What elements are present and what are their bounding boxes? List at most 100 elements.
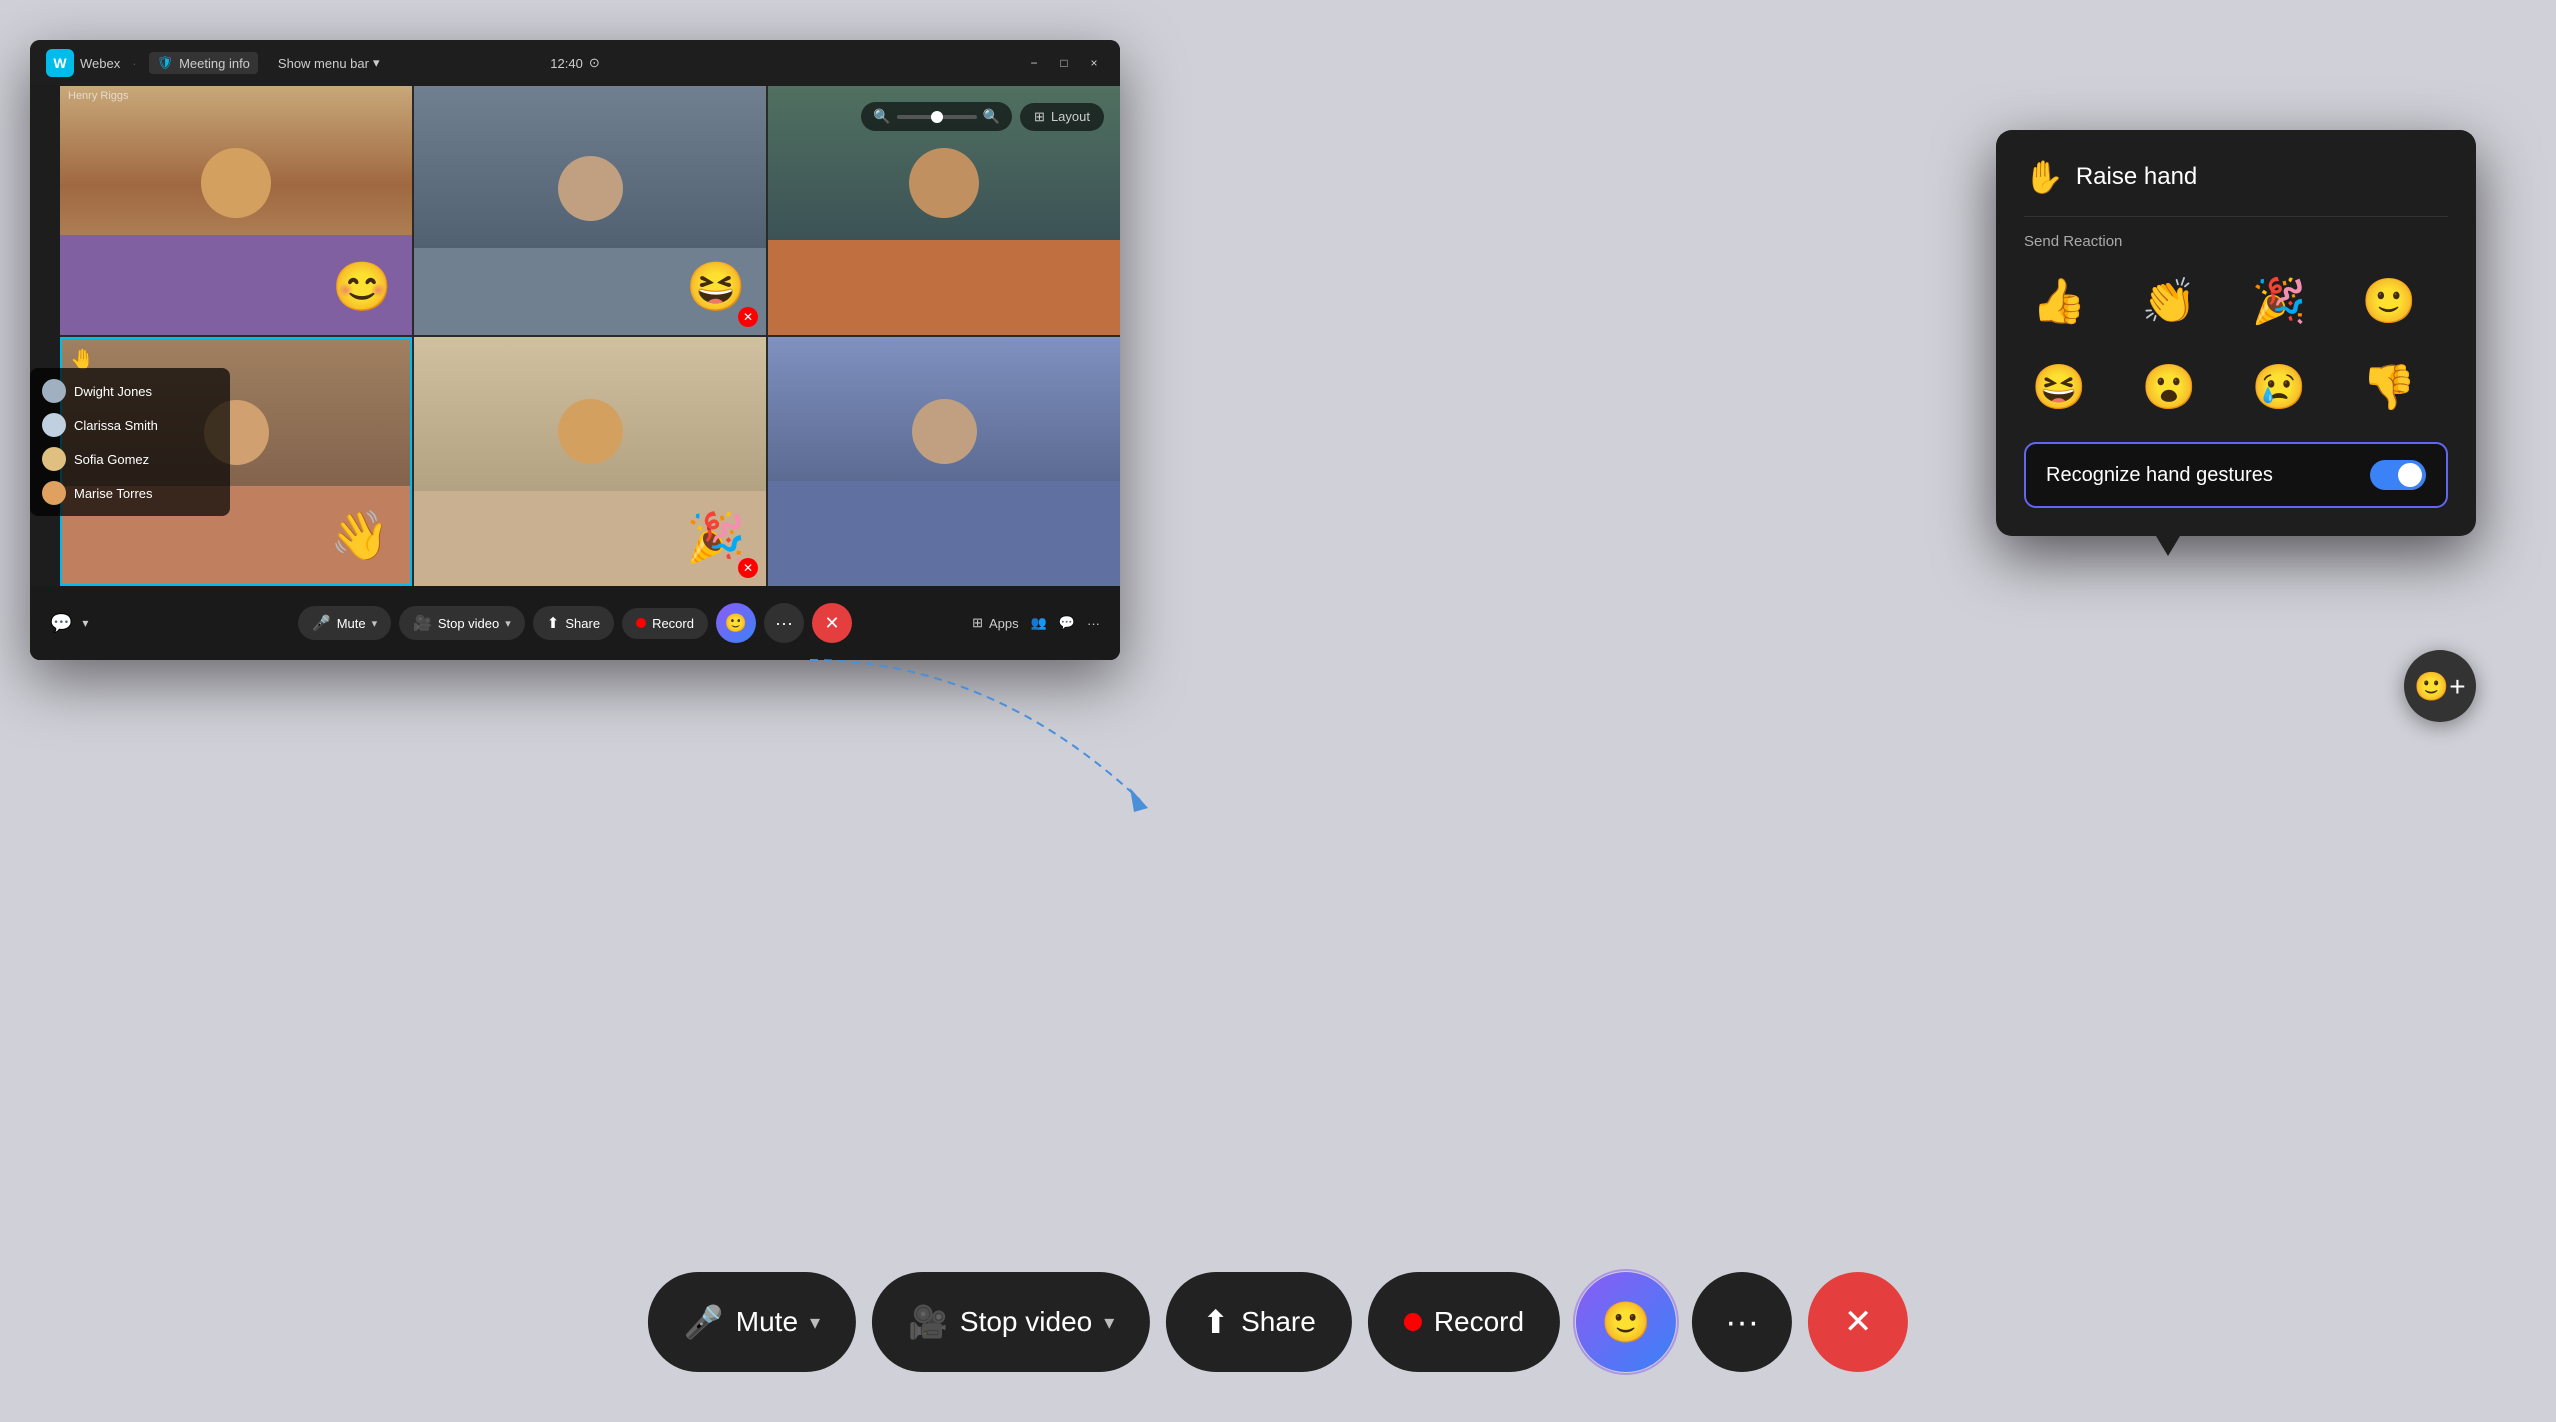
- separator: ·: [132, 56, 136, 71]
- layout-button[interactable]: ⊞ Layout: [1020, 103, 1104, 131]
- zoom-controls: 🔍 🔍 ⊞ Layout: [861, 102, 1104, 131]
- reaction-emoji-4: 👋: [330, 507, 390, 564]
- share-button[interactable]: ⬆ Share: [533, 606, 614, 640]
- participant-item-sofia[interactable]: Sofia Gomez: [30, 442, 230, 476]
- mute-button[interactable]: 🎤 Mute ▾: [298, 606, 391, 640]
- large-mute-button[interactable]: 🎤 Mute ▾: [648, 1272, 856, 1372]
- title-bar: W Webex · 🛡 Meeting info Show menu bar ▾…: [30, 40, 1120, 86]
- zoom-slider[interactable]: [897, 115, 977, 119]
- raise-hand-text: Raise hand: [2076, 163, 2197, 191]
- emoji-wow[interactable]: 😮: [2134, 352, 2204, 422]
- video-area: 🔍 🔍 ⊞ Layout: [30, 86, 1120, 586]
- large-bottom-bar: 🎤 Mute ▾ 🎥 Stop video ▾ ⬆ Share Record 🙂…: [648, 1272, 1908, 1372]
- stop-video-label: Stop video: [438, 616, 499, 631]
- chevron-down-icon: ▾: [373, 55, 380, 71]
- large-reactions-button[interactable]: 🙂: [1576, 1272, 1676, 1372]
- end-call-button[interactable]: ✕: [812, 603, 852, 643]
- large-stop-video-label: Stop video: [960, 1306, 1092, 1338]
- reaction-emoji-2: 😆: [686, 258, 746, 315]
- emoji-smile[interactable]: 🙂: [2354, 266, 2424, 336]
- large-share-label: Share: [1241, 1306, 1316, 1338]
- video-cell-1[interactable]: 😊 Henry Riggs: [60, 86, 412, 335]
- ellipsis-icon: ···: [775, 613, 793, 634]
- apps-button[interactable]: ⊞ Apps: [972, 615, 1019, 631]
- participant-item-dwight[interactable]: Dwight Jones: [30, 374, 230, 408]
- emoji-party[interactable]: 🎉: [2244, 266, 2314, 336]
- recognize-gestures-row: Recognize hand gestures: [2024, 442, 2448, 508]
- record-dot-icon: [636, 618, 646, 628]
- chat-icon[interactable]: 💬: [50, 613, 72, 634]
- chat-panel-button[interactable]: 💬: [1059, 615, 1075, 631]
- large-mic-icon: 🎤: [684, 1303, 724, 1341]
- floating-emoji-add-button[interactable]: 🙂+: [2404, 650, 2476, 722]
- show-menu-button[interactable]: Show menu bar ▾: [278, 55, 380, 71]
- participant-item-marise[interactable]: Marise Torres: [30, 476, 230, 510]
- stop-video-button[interactable]: 🎥 Stop video ▾: [399, 606, 525, 640]
- minimize-button[interactable]: −: [1024, 53, 1044, 73]
- large-record-button[interactable]: Record: [1368, 1272, 1560, 1372]
- toolbar-right: ⊞ Apps 👥 💬 ···: [972, 615, 1100, 631]
- zoom-in-icon[interactable]: 🔍: [983, 108, 1000, 125]
- large-stop-video-button[interactable]: 🎥 Stop video ▾: [872, 1272, 1150, 1372]
- emoji-thumbs-up[interactable]: 👍: [2024, 266, 2094, 336]
- mute-arrow-icon: ▾: [372, 617, 378, 630]
- avatar-dwight: [42, 379, 66, 403]
- zoom-out-icon[interactable]: 🔍: [873, 108, 890, 125]
- app-name: Webex: [80, 56, 120, 71]
- toolbar-left: 💬 ▾: [50, 613, 88, 634]
- large-share-button[interactable]: ⬆ Share: [1166, 1272, 1352, 1372]
- reaction-emoji-5: 🎉: [686, 509, 746, 566]
- share-label: Share: [565, 616, 600, 631]
- more-panel-button[interactable]: ···: [1087, 616, 1100, 631]
- video-cell-2[interactable]: 😆 ✕: [414, 86, 766, 335]
- record-label: Record: [652, 616, 694, 631]
- bottom-toolbar: 💬 ▾ 🎤 Mute ▾ 🎥 Stop video ▾ ⬆ Share Reco…: [30, 586, 1120, 660]
- maximize-button[interactable]: □: [1054, 53, 1074, 73]
- more-panel-icon: ···: [1087, 616, 1100, 631]
- zoom-thumb: [931, 111, 943, 123]
- avatar-marise: [42, 481, 66, 505]
- mic-icon: 🎤: [312, 614, 331, 632]
- window-controls: − □ ×: [1024, 53, 1104, 73]
- large-end-call-button[interactable]: ✕: [1808, 1272, 1908, 1372]
- large-ellipsis-icon: ···: [1725, 1303, 1759, 1342]
- participant-name-sofia: Sofia Gomez: [74, 452, 149, 467]
- gestures-toggle[interactable]: [2370, 460, 2426, 490]
- meeting-info-button[interactable]: 🛡 Meeting info: [149, 52, 258, 74]
- video-arrow-icon: ▾: [505, 617, 511, 630]
- large-mute-label: Mute: [736, 1306, 798, 1338]
- emoji-cry[interactable]: 😢: [2244, 352, 2314, 422]
- circle-icon: ⊙: [589, 55, 600, 71]
- participant-item-clarissa[interactable]: Clarissa Smith: [30, 408, 230, 442]
- chat-arrow-icon[interactable]: ▾: [82, 616, 88, 630]
- shield-icon: 🛡: [157, 55, 174, 71]
- large-more-button[interactable]: ···: [1692, 1272, 1792, 1372]
- large-record-label: Record: [1434, 1306, 1524, 1338]
- video-cell-5[interactable]: 🎉 ✕: [414, 337, 766, 586]
- muted-badge-2: ✕: [738, 307, 758, 327]
- raise-hand-icon: ✋: [2024, 158, 2064, 196]
- reactions-button[interactable]: 🙂: [716, 603, 756, 643]
- webex-window: W Webex · 🛡 Meeting info Show menu bar ▾…: [30, 40, 1120, 660]
- close-button[interactable]: ×: [1084, 53, 1104, 73]
- emoji-thumbs-down[interactable]: 👎: [2354, 352, 2424, 422]
- video-cell-6[interactable]: [768, 337, 1120, 586]
- more-button[interactable]: ···: [764, 603, 804, 643]
- emoji-laugh[interactable]: 😆: [2024, 352, 2094, 422]
- mute-label: Mute: [337, 616, 366, 631]
- people-icon: 👥: [1031, 615, 1047, 631]
- emoji-grid: 👍 👏 🎉 🙂 😆 😮 😢 👎: [2024, 266, 2448, 422]
- record-button[interactable]: Record: [622, 608, 708, 639]
- zoom-bar[interactable]: 🔍 🔍: [861, 102, 1012, 131]
- apps-icon: ⊞: [972, 615, 983, 631]
- participant-name-dwight: Dwight Jones: [74, 384, 152, 399]
- toggle-track: [2370, 460, 2426, 490]
- chat-panel-icon: 💬: [1059, 615, 1075, 631]
- smiley-icon: 🙂: [725, 613, 747, 634]
- show-menu-label: Show menu bar: [278, 56, 369, 71]
- participants-button[interactable]: 👥: [1031, 615, 1047, 631]
- large-video-icon: 🎥: [908, 1303, 948, 1341]
- emoji-clap[interactable]: 👏: [2134, 266, 2204, 336]
- participant-name-marise: Marise Torres: [74, 486, 153, 501]
- divider: [2024, 216, 2448, 217]
